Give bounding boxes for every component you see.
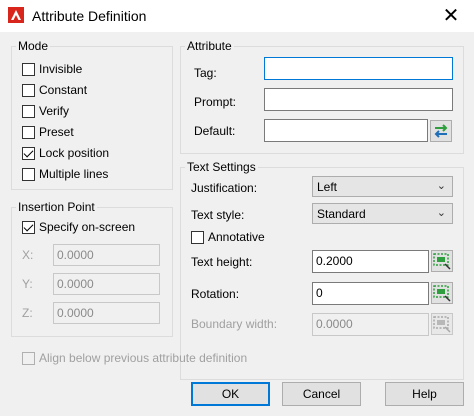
preset-checkbox-box[interactable] xyxy=(22,125,35,139)
align-below-checkbox[interactable]: Align below previous attribute definitio… xyxy=(22,350,247,366)
multiple-lines-label: Multiple lines xyxy=(39,167,109,181)
z-field[interactable]: 0.0000 xyxy=(53,302,160,324)
specify-on-screen-checkbox[interactable]: Specify on-screen xyxy=(22,219,135,235)
ok-button[interactable]: OK xyxy=(191,382,270,406)
insert-field-icon xyxy=(434,124,448,138)
verify-label: Verify xyxy=(39,104,70,118)
prompt-input[interactable] xyxy=(264,88,453,111)
multiple-lines-checkbox[interactable]: Multiple lines xyxy=(22,166,108,182)
specify-on-screen-checkbox-box[interactable] xyxy=(22,220,35,234)
text-style-value: Standard xyxy=(317,207,366,221)
justification-value: Left xyxy=(317,180,338,194)
pick-rotation-button[interactable] xyxy=(431,282,453,304)
constant-checkbox[interactable]: Constant xyxy=(22,82,87,98)
text-height-input[interactable]: 0.2000 xyxy=(312,250,429,273)
default-input[interactable] xyxy=(264,119,428,142)
preset-checkbox[interactable]: Preset xyxy=(22,124,74,140)
default-label: Default: xyxy=(194,124,236,138)
chevron-down-icon: ⌄ xyxy=(436,207,446,219)
pick-point-icon xyxy=(433,285,451,302)
multiple-lines-checkbox-box[interactable] xyxy=(22,167,35,181)
invisible-checkbox-box[interactable] xyxy=(22,62,35,76)
pick-point-icon xyxy=(433,253,451,270)
rotation-label: Rotation: xyxy=(191,287,240,301)
chevron-down-icon: ⌄ xyxy=(436,180,446,192)
mode-group-label: Mode xyxy=(16,39,51,53)
annotative-checkbox-box[interactable] xyxy=(191,230,204,244)
annotative-label: Annotative xyxy=(208,230,265,244)
constant-label: Constant xyxy=(39,83,88,97)
boundary-width-label: Boundary width: xyxy=(191,317,278,331)
z-label: Z: xyxy=(22,306,33,320)
align-below-label: Align below previous attribute definitio… xyxy=(39,351,248,365)
justification-label: Justification: xyxy=(191,181,258,195)
close-button[interactable]: ✕ xyxy=(440,5,462,27)
pick-point-icon xyxy=(433,316,451,333)
text-settings-group xyxy=(180,167,464,380)
justification-select[interactable]: Left ⌄ xyxy=(312,176,453,197)
autocad-app-icon xyxy=(8,7,24,23)
text-style-label: Text style: xyxy=(191,208,245,222)
title-bar: Attribute Definition ✕ xyxy=(0,0,474,32)
y-label: Y: xyxy=(22,277,33,291)
dialog-body: Mode Invisible Constant Verify Preset Lo… xyxy=(0,32,474,416)
align-below-checkbox-box[interactable] xyxy=(22,351,35,365)
insertion-point-group-label: Insertion Point xyxy=(16,200,97,214)
tag-input[interactable] xyxy=(264,57,453,80)
prompt-label: Prompt: xyxy=(194,95,237,109)
lock-position-checkbox[interactable]: Lock position xyxy=(22,145,109,161)
text-settings-group-label: Text Settings xyxy=(185,160,258,174)
boundary-width-input[interactable]: 0.0000 xyxy=(312,313,429,336)
help-button[interactable]: Help xyxy=(385,382,464,406)
verify-checkbox[interactable]: Verify xyxy=(22,103,69,119)
rotation-input[interactable]: 0 xyxy=(312,282,429,305)
verify-checkbox-box[interactable] xyxy=(22,104,35,118)
lock-position-checkbox-box[interactable] xyxy=(22,146,35,160)
attribute-group-label: Attribute xyxy=(185,39,234,53)
x-label: X: xyxy=(22,248,34,262)
text-style-select[interactable]: Standard ⌄ xyxy=(312,203,453,224)
pick-text-height-button[interactable] xyxy=(431,250,453,272)
y-field[interactable]: 0.0000 xyxy=(53,273,160,295)
specify-on-screen-label: Specify on-screen xyxy=(39,220,136,234)
window-title: Attribute Definition xyxy=(32,8,147,24)
constant-checkbox-box[interactable] xyxy=(22,83,35,97)
lock-position-label: Lock position xyxy=(39,146,110,160)
preset-label: Preset xyxy=(39,125,74,139)
pick-boundary-width-button[interactable] xyxy=(431,313,453,335)
cancel-button[interactable]: Cancel xyxy=(282,382,361,406)
tag-label: Tag: xyxy=(194,66,217,80)
x-field[interactable]: 0.0000 xyxy=(53,244,160,266)
invisible-label: Invisible xyxy=(39,62,83,76)
invisible-checkbox[interactable]: Invisible xyxy=(22,61,82,77)
annotative-checkbox[interactable]: Annotative xyxy=(191,229,265,245)
text-height-label: Text height: xyxy=(191,255,253,269)
insert-field-button[interactable] xyxy=(430,120,452,142)
